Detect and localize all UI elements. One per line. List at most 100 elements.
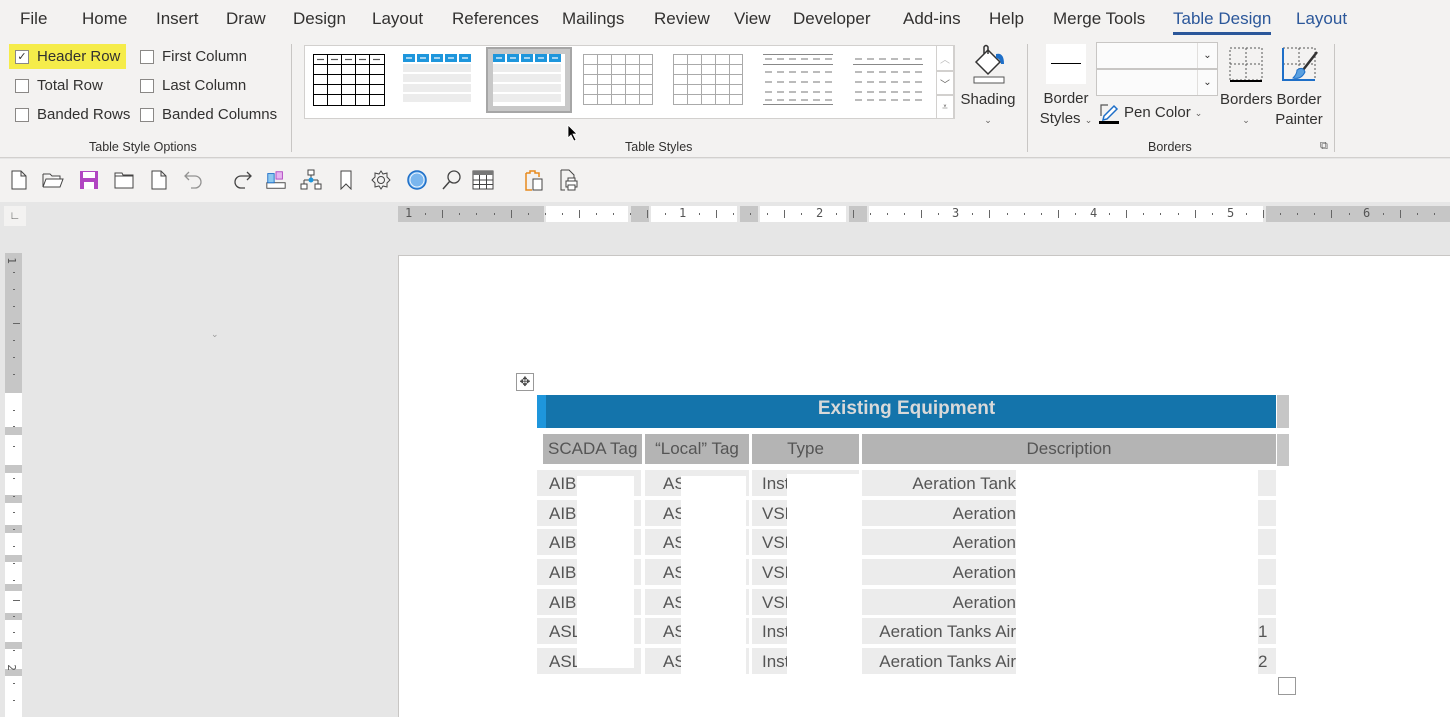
gallery-scroll-up-button[interactable]: ︿	[936, 45, 954, 71]
table-title-row[interactable]: Existing Equipment	[537, 395, 1276, 428]
table-style-options-group-label: Table Style Options	[89, 140, 197, 154]
ruler-tick	[989, 210, 991, 218]
table-style-plain-grid[interactable]	[313, 54, 385, 106]
settings-icon[interactable]	[370, 169, 392, 191]
ruler-tick	[13, 323, 20, 324]
table-style-light-grid[interactable]	[583, 54, 655, 106]
chevron-down-icon: ⌄	[1084, 115, 1093, 125]
table-cell-description[interactable]: Aeration	[862, 529, 1016, 555]
border-painter-label-2: Painter	[1275, 111, 1323, 128]
last-column-checkbox[interactable]: Last Column	[140, 77, 246, 94]
borders-label: Borders	[1220, 91, 1273, 108]
undo-dropdown-icon[interactable]: ⌄	[211, 329, 219, 340]
header-cell-scada-tag[interactable]: SCADA Tag	[543, 434, 642, 464]
tab-table-design[interactable]: Table Design	[1173, 9, 1272, 35]
new-document-icon[interactable]	[8, 169, 30, 191]
tab-view[interactable]: View	[734, 9, 771, 29]
tab-insert[interactable]: Insert	[156, 9, 199, 29]
open-folder-icon[interactable]	[42, 169, 64, 191]
insert-table-icon[interactable]	[472, 169, 494, 191]
redo-icon[interactable]	[231, 169, 253, 191]
ruler-tick	[13, 700, 15, 701]
table-style-grid-2[interactable]	[673, 54, 745, 106]
print-preview-icon[interactable]	[558, 169, 580, 191]
table-cell-extra[interactable]: 2	[1258, 648, 1276, 674]
table-cell-description[interactable]: Aeration	[862, 559, 1016, 585]
border-style-preview	[1046, 44, 1086, 84]
undo-icon[interactable]	[183, 169, 205, 191]
table-styles-gallery	[304, 45, 955, 119]
table-style-simple-lines[interactable]	[853, 54, 925, 106]
border-styles-label: Border	[1043, 90, 1089, 107]
ruler-segment	[5, 473, 22, 495]
group-separator	[1027, 44, 1028, 152]
banded-columns-checkbox[interactable]: Banded Columns	[140, 106, 277, 123]
shading-button[interactable]: Shading ⌄	[958, 44, 1018, 130]
tab-mailings[interactable]: Mailings	[562, 9, 624, 29]
tab-file[interactable]: File	[20, 9, 47, 29]
header-row-label: Header Row	[37, 48, 121, 65]
table-style-horizontal-lines[interactable]	[763, 54, 835, 106]
tab-design[interactable]: Design	[293, 9, 346, 29]
bookmark-icon[interactable]	[335, 169, 357, 191]
tab-help[interactable]: Help	[989, 9, 1024, 29]
gallery-scroll-down-button[interactable]: ﹀	[936, 71, 954, 95]
save-icon[interactable]	[78, 169, 100, 191]
ruler-tick	[1331, 210, 1333, 218]
ruler-tick	[13, 512, 15, 513]
blank-page-icon[interactable]	[148, 169, 170, 191]
banded-rows-label: Banded Rows	[37, 106, 131, 123]
table-cell-extra[interactable]	[1258, 589, 1276, 615]
ruler-tick	[852, 210, 854, 218]
tab-home[interactable]: Home	[82, 9, 127, 29]
table-cell-extra[interactable]: 1	[1258, 618, 1276, 644]
table-cell-extra[interactable]	[1258, 529, 1276, 555]
banded-rows-checkbox[interactable]: Banded Rows	[15, 106, 130, 123]
gallery-more-button[interactable]: ⩡	[936, 95, 954, 119]
border-painter-button[interactable]: Border Painter	[1274, 44, 1324, 130]
header-row-checkbox[interactable]: ✓ Header Row	[9, 44, 127, 69]
table-cell-extra[interactable]	[1258, 470, 1276, 496]
tab-developer[interactable]: Developer	[793, 9, 871, 29]
tab-table-layout[interactable]: Layout	[1296, 9, 1347, 29]
ruler-tick	[767, 213, 769, 215]
table-cell-extra[interactable]	[1258, 559, 1276, 585]
tab-add-ins[interactable]: Add-ins	[903, 9, 961, 29]
header-cell-type[interactable]: Type	[752, 434, 859, 464]
table-cell-description[interactable]: Aeration	[862, 589, 1016, 615]
table-move-handle-icon[interactable]: ✥	[516, 373, 534, 391]
ruler-number: 5	[1227, 206, 1235, 220]
borders-dialog-launcher-icon[interactable]: ⧉	[1320, 140, 1328, 153]
search-icon[interactable]	[441, 169, 463, 191]
folder-icon[interactable]	[113, 169, 135, 191]
table-style-blue-header-selected[interactable]	[486, 47, 572, 113]
total-row-checkbox[interactable]: Total Row	[15, 77, 103, 94]
tab-selector-icon[interactable]: ∟	[4, 206, 26, 226]
header-cell-local-tag[interactable]: “Local” Tag	[645, 434, 749, 464]
table-style-blue-header[interactable]	[403, 54, 475, 106]
tab-review[interactable]: Review	[654, 9, 710, 29]
border-styles-button[interactable]: Border Styles ⌄	[1038, 44, 1094, 130]
header-cell-description[interactable]: Description	[862, 434, 1276, 464]
table-cell-description[interactable]: Aeration Tanks Air	[862, 618, 1016, 644]
table-cell-extra[interactable]	[1258, 500, 1276, 526]
first-column-checkbox[interactable]: First Column	[140, 48, 247, 65]
circle-shape-icon[interactable]	[406, 169, 428, 191]
ruler-margin	[398, 206, 544, 222]
org-chart-icon[interactable]	[300, 169, 322, 191]
tab-references[interactable]: References	[452, 9, 539, 29]
objects-icon[interactable]	[265, 169, 287, 191]
tab-draw[interactable]: Draw	[226, 9, 266, 29]
borders-button[interactable]: Borders ⌄	[1220, 44, 1273, 130]
tab-layout[interactable]: Layout	[372, 9, 423, 29]
table-cell-description[interactable]: Aeration Tank	[862, 470, 1016, 496]
table-cell-description[interactable]: Aeration Tanks Air	[862, 648, 1016, 674]
border-styles-label-2: Styles	[1039, 110, 1081, 127]
paste-icon[interactable]	[523, 169, 545, 191]
table-cell-description[interactable]: Aeration	[862, 500, 1016, 526]
table-resize-handle[interactable]	[1278, 677, 1296, 695]
pen-color-button[interactable]: Pen Color ⌄	[1098, 102, 1202, 124]
line-weight-dropdown[interactable]: ⌄	[1096, 69, 1218, 96]
line-style-dropdown[interactable]: ⌄	[1096, 42, 1218, 69]
tab-merge-tools[interactable]: Merge Tools	[1053, 9, 1145, 29]
